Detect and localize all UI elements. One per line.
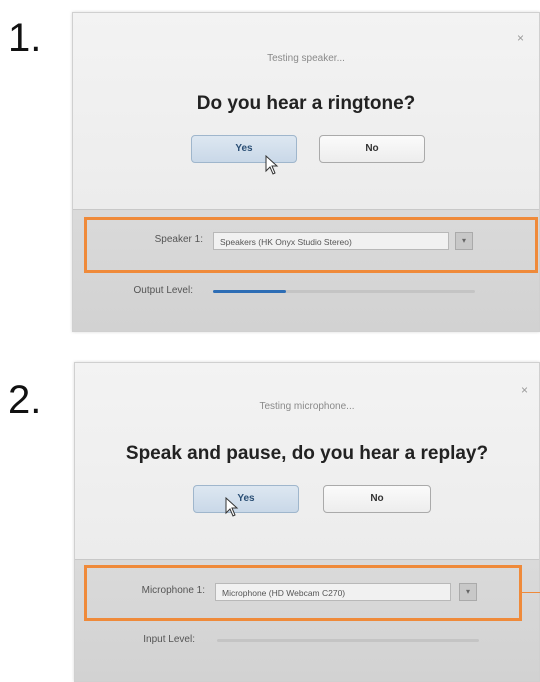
microphone-test-dialog: × Testing microphone... Speak and pause,… — [74, 362, 540, 682]
mouse-pointer-icon — [225, 497, 239, 517]
question-text: Speak and pause, do you hear a replay? — [125, 443, 489, 464]
no-button[interactable]: No — [319, 135, 425, 163]
close-icon[interactable]: × — [517, 31, 524, 45]
input-level-meter — [217, 639, 479, 642]
step-1-number: 1. — [8, 16, 42, 60]
speaker-highlight-box — [84, 217, 538, 273]
question-text: Do you hear a ringtone? — [196, 93, 416, 114]
speaker-test-dialog: × Testing speaker... Do you hear a ringt… — [72, 12, 540, 332]
no-button[interactable]: No — [323, 485, 431, 513]
microphone-highlight-box — [84, 565, 522, 621]
output-level-meter — [213, 290, 475, 293]
yes-button[interactable]: Yes — [191, 135, 297, 163]
mouse-pointer-icon — [265, 155, 279, 175]
yes-button[interactable]: Yes — [193, 485, 299, 513]
callout-line — [522, 592, 540, 593]
output-level-fill — [213, 290, 287, 293]
output-level-label: Output Level: — [133, 285, 193, 296]
status-text: Testing microphone... — [259, 401, 355, 412]
input-level-label: Input Level: — [143, 634, 195, 645]
step-2-number: 2. — [8, 378, 42, 422]
close-icon[interactable]: × — [521, 383, 528, 397]
status-text: Testing speaker... — [267, 53, 345, 64]
